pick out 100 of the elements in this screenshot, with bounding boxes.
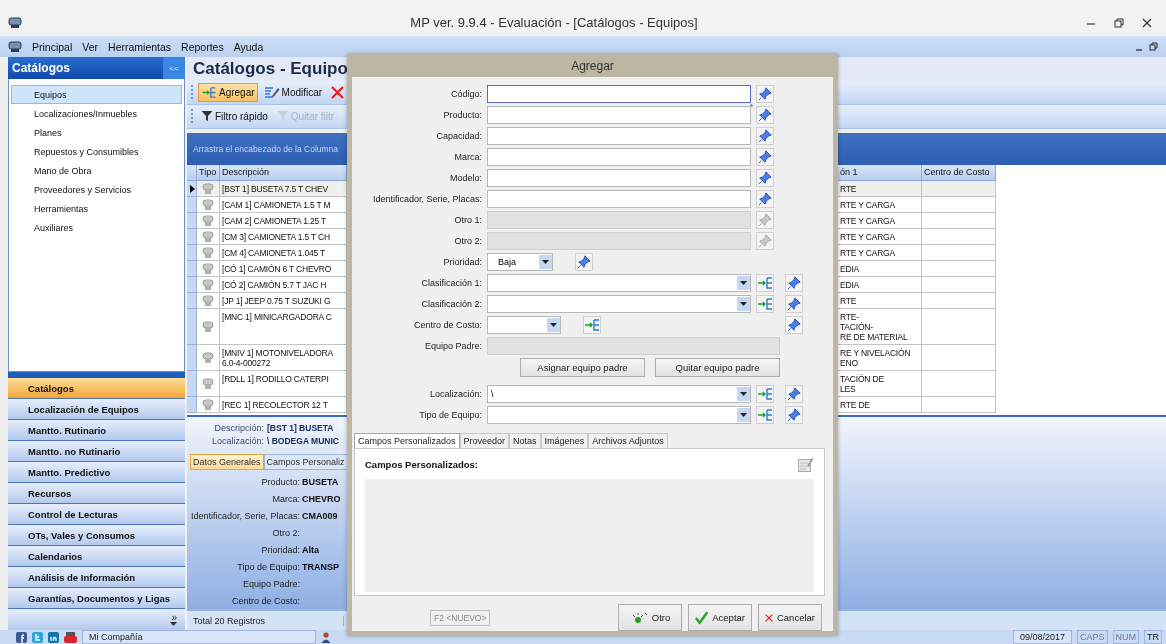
dropdown[interactable] xyxy=(487,316,561,334)
sidebar-item[interactable]: Proveedores y Servicios xyxy=(11,180,182,199)
sidebar-item[interactable]: Localizaciones/Inmuebles xyxy=(11,104,182,123)
pin-button[interactable] xyxy=(756,169,774,187)
nav-button[interactable]: Mantto. Rutinario xyxy=(8,420,185,441)
caret-icon xyxy=(740,392,747,396)
nav-button[interactable]: Análisis de Información xyxy=(8,567,185,588)
sidebar-item[interactable]: Herramientas xyxy=(11,199,182,218)
close-icon[interactable] xyxy=(1142,18,1152,28)
pin-icon xyxy=(758,192,772,206)
menu-item[interactable]: Principal xyxy=(32,40,73,53)
cancel-button[interactable]: Cancelar xyxy=(758,604,822,631)
tab[interactable]: Datos Generales xyxy=(190,453,264,469)
tab[interactable]: Notas xyxy=(509,433,541,448)
restore-icon[interactable] xyxy=(1114,18,1124,28)
tab[interactable]: Proveedor xyxy=(459,433,510,448)
text-field[interactable] xyxy=(487,148,751,166)
tab[interactable]: Campos Personaliz xyxy=(263,453,348,469)
accept-button[interactable]: Aceptar xyxy=(688,604,752,631)
tab[interactable]: Imágenes xyxy=(540,433,589,448)
pin-button[interactable] xyxy=(756,148,774,166)
more-button[interactable]: » xyxy=(171,613,177,622)
add-item-button[interactable] xyxy=(756,274,774,292)
nav-button[interactable]: Localización de Equipos xyxy=(8,399,185,420)
pin-button[interactable] xyxy=(785,385,803,403)
pin-button[interactable] xyxy=(756,106,774,124)
field-label: Equipo Padre: xyxy=(241,579,300,589)
dropdown[interactable]: Baja xyxy=(487,253,553,271)
delete-icon xyxy=(331,85,345,99)
column-header[interactable]: ón 1 xyxy=(838,165,922,182)
social-media-icon[interactable] xyxy=(16,631,27,643)
pin-button[interactable] xyxy=(756,190,774,208)
caret-icon[interactable] xyxy=(170,622,177,626)
nav-button[interactable]: Mantto. Predictivo xyxy=(8,462,185,483)
menu-item[interactable]: Ver xyxy=(82,40,99,53)
parent-button[interactable]: Asignar equipo padre xyxy=(520,357,645,377)
menu-item[interactable]: Ayuda xyxy=(233,40,264,53)
sidebar-item[interactable]: Auxiliares xyxy=(11,218,182,237)
text-field[interactable] xyxy=(487,106,751,124)
pin-button[interactable] xyxy=(756,127,774,145)
nav-button[interactable]: Mantto. no Rutinario xyxy=(8,441,185,462)
equipment-icon xyxy=(201,294,215,307)
sidebar-item[interactable]: Planes xyxy=(11,123,182,142)
filter-icon xyxy=(201,110,213,123)
field-label: Capacidad: xyxy=(435,131,482,141)
other-button[interactable]: Otro xyxy=(618,604,682,631)
add-item-button[interactable] xyxy=(756,295,774,313)
toolbar-grip[interactable] xyxy=(191,109,195,124)
splitter-handle[interactable] xyxy=(8,372,185,378)
menu-item[interactable]: Reportes xyxy=(181,40,224,53)
column-header[interactable]: Descripción xyxy=(220,165,347,182)
edit-icon xyxy=(263,86,280,99)
social-media-icon[interactable] xyxy=(48,631,59,643)
nav-button[interactable]: Calendarios xyxy=(8,546,185,567)
field-label: Código: xyxy=(449,89,482,99)
tab[interactable]: Archivos Adjuntos xyxy=(588,433,668,448)
text-field[interactable] xyxy=(487,127,751,145)
parent-button[interactable]: Quitar equipo padre xyxy=(655,357,780,377)
pin-button[interactable] xyxy=(756,85,774,103)
column-header[interactable]: Tipo xyxy=(197,165,220,182)
sidebar-item[interactable]: Mano de Obra xyxy=(11,161,182,180)
field-label: Tipo de Equipo: xyxy=(236,562,300,572)
text-field[interactable] xyxy=(487,169,751,187)
field-value: TRANSP xyxy=(302,562,340,572)
equipment-icon xyxy=(201,198,215,211)
text-field[interactable] xyxy=(487,190,751,208)
toolbar-grip[interactable] xyxy=(191,85,195,100)
nav-button[interactable]: Catálogos xyxy=(8,378,185,399)
pin-button[interactable] xyxy=(575,253,593,271)
pin-button[interactable] xyxy=(785,316,803,334)
add-button[interactable]: Agregar xyxy=(198,82,258,102)
pin-button[interactable] xyxy=(785,295,803,313)
nav-button[interactable]: OTs, Vales y Consumos xyxy=(8,525,185,546)
pin-button[interactable] xyxy=(785,274,803,292)
column-header[interactable]: Centro de Costo xyxy=(922,165,996,182)
tab[interactable]: Campos Personalizados xyxy=(354,433,460,448)
field-label: Localización: xyxy=(428,389,482,399)
pin-icon xyxy=(787,387,801,401)
nav-button[interactable]: Control de Lecturas xyxy=(8,504,185,525)
add-item-button[interactable] xyxy=(756,385,774,403)
add-item-button[interactable] xyxy=(756,406,774,424)
menu-item[interactable]: Herramientas xyxy=(108,40,172,53)
edit-note-icon[interactable] xyxy=(798,456,814,472)
nav-button[interactable]: Garantías, Documentos y Ligas xyxy=(8,588,185,609)
pin-button[interactable] xyxy=(785,406,803,424)
edit-button[interactable]: Modificar xyxy=(260,82,326,102)
equipment-icon xyxy=(201,398,215,411)
field-label: Clasificación 2: xyxy=(420,299,482,309)
dropdown[interactable]: \ xyxy=(487,385,751,403)
social-media-icon[interactable] xyxy=(64,631,77,643)
dropdown[interactable] xyxy=(487,295,751,313)
nav-button[interactable]: Recursos xyxy=(8,483,185,504)
filter-button[interactable]: Filtro rápido xyxy=(198,106,271,126)
text-field[interactable] xyxy=(487,85,751,103)
sidebar-item[interactable]: Equipos xyxy=(11,85,182,104)
pin-icon xyxy=(577,255,591,269)
sidebar-item[interactable]: Repuestos y Consumibles xyxy=(11,142,182,161)
add-item-button[interactable] xyxy=(583,316,601,334)
restore-icon[interactable] xyxy=(1149,42,1158,51)
dropdown[interactable] xyxy=(487,406,751,424)
